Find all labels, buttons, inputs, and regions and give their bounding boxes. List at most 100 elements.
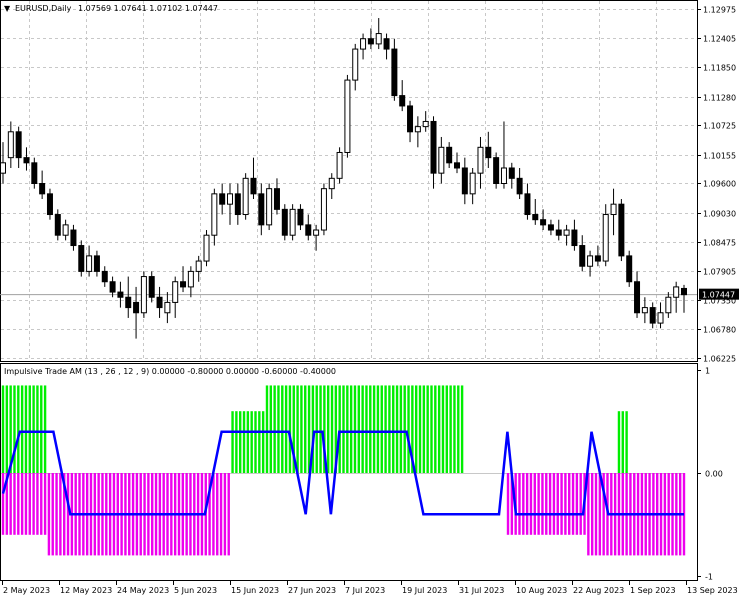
chart-canvas[interactable]: ▼ EURUSD,Daily 1.07569 1.07641 1.07102 1… (0, 0, 741, 600)
candle (266, 183, 273, 231)
histogram-bar-up (414, 385, 418, 473)
candle-body-bear (70, 229, 77, 247)
candle-body-bear (31, 162, 38, 184)
histogram-bar-up (434, 385, 437, 473)
histogram-bar-down (571, 473, 575, 535)
histogram-bar-up (445, 385, 448, 473)
histogram-bar-up (418, 385, 422, 473)
time-tick-label: 22 Aug 2023 (573, 586, 624, 595)
histogram-bar-up (304, 385, 307, 473)
candle-body-bear (493, 157, 500, 184)
candle-body-bull (414, 126, 421, 133)
time-tick-label: 12 May 2023 (60, 586, 112, 595)
time-tick-label: 2 May 2023 (3, 586, 50, 595)
candle-body-bull (352, 48, 359, 81)
histogram-bar-down (594, 473, 598, 556)
candle-body-bear (555, 229, 562, 236)
price-tick-label: 1.12405 (703, 35, 736, 44)
histogram-bar-down (36, 473, 39, 535)
histogram-bar-down (587, 473, 590, 556)
histogram-bar-up (460, 385, 464, 473)
candle-body-bull (86, 255, 93, 272)
histogram-bar-down (564, 473, 567, 535)
histogram-bar-down (506, 473, 510, 535)
candle-body-bull (422, 120, 429, 128)
histogram-bar-up (395, 385, 399, 473)
candle (344, 74, 351, 158)
histogram-bar-up (246, 411, 250, 473)
histogram-bar-up (250, 411, 253, 473)
histogram-bar-up (388, 385, 391, 473)
histogram-bar-down (59, 473, 62, 556)
histogram-bar-up (13, 385, 16, 473)
time-tick-label: 1 Sep 2023 (630, 586, 676, 595)
candle (140, 271, 147, 318)
histogram-bar-up (369, 385, 372, 473)
current-price-value: 1.07447 (702, 291, 735, 300)
chart-title-arrow[interactable]: ▼ (4, 4, 11, 13)
histogram-bar-up (453, 385, 456, 473)
time-tick-label: 15 Jun 2023 (231, 586, 279, 595)
histogram-bar-up (315, 385, 318, 473)
histogram-bar-up (376, 385, 380, 473)
candle-body-bear (23, 157, 30, 164)
candle-body-bear (524, 193, 531, 216)
candle-body-bear (281, 208, 288, 236)
price-tick-label: 1.07905 (703, 268, 736, 277)
time-tick-label: 5 Jun 2023 (174, 586, 217, 595)
chart-ohlc-values: 1.07569 1.07641 1.07102 1.07447 (78, 4, 218, 13)
histogram-bar-up (372, 385, 376, 473)
candle (618, 199, 625, 262)
candle-body-bear (54, 214, 61, 236)
candle-body-bear (547, 224, 554, 231)
histogram-bar-down (518, 473, 521, 535)
histogram-bar-down (525, 473, 529, 535)
candle-body-bear (250, 177, 257, 195)
histogram-bar-up (457, 385, 460, 473)
candle-body-bull (195, 260, 202, 272)
price-axis[interactable]: 1.12975 1.12405 1.11850 1.11280 1.10725 1.101… (697, 6, 736, 364)
histogram-bar-up (361, 385, 364, 473)
histogram-bar-down (522, 473, 525, 535)
histogram-bar-up (296, 385, 299, 473)
histogram-bar-up (40, 385, 43, 473)
candle-body-bull (313, 229, 320, 236)
histogram-bar-down (533, 473, 536, 535)
histogram-bar-up (235, 411, 238, 473)
candle-body-bull (211, 193, 218, 236)
price-tick-label: 1.12975 (703, 6, 736, 15)
time-axis[interactable]: 2 May 2023 12 May 2023 24 May 2023 5 Jun 20… (2, 581, 738, 595)
histogram-bar-up (32, 385, 35, 473)
candle-body-bear (39, 183, 46, 195)
chart-window[interactable]: ▼ EURUSD,Daily 1.07569 1.07641 1.07102 1… (0, 0, 741, 600)
candle-body-bull (203, 234, 210, 262)
histogram-bar-up (384, 385, 387, 473)
candle-body-bull (266, 188, 273, 226)
candle-body-bear (649, 307, 656, 324)
price-tick-label: 1.08475 (703, 239, 736, 248)
histogram-bar-down (66, 473, 70, 556)
histogram-bar-up (20, 385, 24, 473)
histogram-bar-up (36, 385, 39, 473)
histogram-bar-down (13, 473, 16, 535)
indicator-axis[interactable]: 1 0.00 -1 (697, 367, 723, 582)
price-tick-label: 1.09030 (703, 210, 736, 219)
candle-body-bear (391, 48, 398, 97)
time-tick-label: 13 Sep 2023 (687, 586, 738, 595)
histogram-bar-up (43, 385, 47, 473)
main-chart-frame (0, 0, 698, 362)
histogram-bar-up (365, 385, 368, 473)
candle-body-bear (15, 131, 22, 159)
histogram-bar-up (5, 385, 9, 473)
candle-body-bull (610, 203, 617, 216)
histogram-bar-up (380, 385, 383, 473)
candle-body-bear (367, 38, 374, 45)
histogram-bar-down (55, 473, 58, 556)
time-tick-label: 7 Jul 2023 (345, 586, 385, 595)
histogram-bar-up (281, 385, 284, 473)
candle-body-bull (438, 146, 445, 174)
candle-body-bear (383, 38, 390, 50)
histogram-bar-up (261, 411, 265, 473)
histogram-bar-up (28, 385, 31, 473)
candle-body-bull (360, 38, 367, 50)
